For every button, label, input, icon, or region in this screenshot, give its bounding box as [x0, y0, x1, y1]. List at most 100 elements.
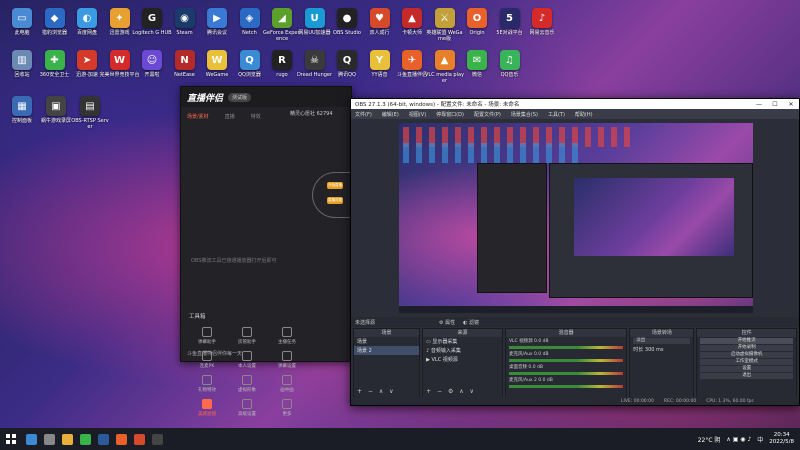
app-icon: ✈ [402, 50, 422, 70]
scenes-dock: 场景 场景 场景 2 + − ∧ ∨ [353, 328, 421, 398]
obs-menu-item[interactable]: 帮助(H) [575, 111, 593, 118]
live-tab[interactable]: 特效 [251, 113, 261, 120]
desktop-icon[interactable]: ♫ QQ音乐 [490, 50, 530, 78]
rec-time: REC: 00:00:00 [663, 398, 697, 404]
source-item[interactable]: ♪ 音频输入采集 [423, 346, 502, 355]
app-icon: ✦ [109, 8, 130, 28]
tool-item[interactable]: 弹幕设置 [267, 351, 307, 369]
control-button[interactable]: 设置 [700, 366, 793, 372]
volume-meter[interactable] [508, 385, 624, 388]
mixer-dock: 混音器 VLC 视频源 0.0 dB 麦克风/Aux 0.0 dB 桌面音频 0.0… [504, 328, 628, 398]
obs-menu-item[interactable]: 停靠窗口(D) [436, 111, 464, 118]
source-item[interactable]: ▭ 显示器采集 [423, 337, 502, 346]
live-logo: 直播伴侣 [187, 93, 224, 104]
tool-item[interactable]: 主播任务 [267, 327, 307, 345]
minimize-icon[interactable]: — [751, 101, 767, 108]
tool-icon [242, 399, 252, 409]
app-icon: ▣ [46, 96, 66, 116]
app-icon: ◢ [272, 8, 292, 28]
preview-icon-row [403, 143, 583, 163]
transitions-dock: 场景转场 淡出 时长 300 ms [629, 328, 695, 398]
start-live-button[interactable]: 开始直播 [327, 182, 343, 189]
tray-icons[interactable]: ∧ ▣ ◉ ♪ [726, 436, 751, 443]
taskbar-app-live[interactable] [130, 428, 148, 450]
app-icon: 5 [499, 8, 520, 28]
mixer-channel: 桌面音频 0.0 dB [508, 365, 543, 370]
source-controls[interactable]: + − ⚙ ∧ ∨ [426, 388, 476, 395]
transition-duration[interactable]: 时长 300 ms [630, 345, 693, 354]
obs-window[interactable]: OBS 27.1.3 (64-bit, windows) - 配置文件: 未命名… [350, 98, 800, 406]
app-icon: ☺ [142, 50, 162, 70]
scene-item[interactable]: 场景 [354, 337, 419, 346]
volume-meter[interactable] [508, 372, 624, 375]
filters-button[interactable]: ◐ 滤镜 [463, 319, 479, 326]
taskbar-app-douyu[interactable] [112, 428, 130, 450]
live-assistant-window[interactable]: 直播伴侣 测试版 场景/素材 直播 特效 OBS推流工具已接通播放器打开后即可 … [180, 86, 352, 417]
scene-item[interactable]: 场景 2 [354, 346, 420, 355]
tool-item[interactable]: 画中画 [267, 375, 307, 393]
maximize-icon[interactable]: ☐ [767, 101, 783, 108]
source-toolbar: 未选择源 ⚙ 属性 ◐ 滤镜 [351, 317, 799, 327]
clock[interactable]: 20:34 2022/5/8 [769, 432, 794, 446]
obs-menu-item[interactable]: 编辑(E) [382, 111, 399, 118]
app-icon: ▭ [12, 8, 32, 28]
volume-meter[interactable] [508, 359, 624, 362]
taskbar-app-steam[interactable] [94, 428, 112, 450]
live-time: LIVE: 00:00:00 [621, 398, 654, 404]
taskbar-app-explorer[interactable] [58, 428, 76, 450]
desktop-icon[interactable]: ♪ 网易云音乐 [522, 8, 562, 36]
obs-menu-item[interactable]: 场景集合(S) [511, 111, 538, 118]
close-icon[interactable]: ✕ [783, 101, 799, 108]
scene-controls[interactable]: + − ∧ ∨ [357, 388, 396, 395]
live-tab[interactable]: 场景/素材 [187, 113, 209, 120]
preview-taskbar [399, 306, 753, 313]
tool-item[interactable]: 弹幕助手 [187, 327, 227, 345]
tool-icon [282, 327, 292, 337]
live-header: 直播伴侣 测试版 [181, 87, 351, 107]
tool-item[interactable]: 更多 [267, 399, 307, 417]
weather[interactable]: 22°C 阴 [698, 435, 721, 444]
sources-dock: 来源 ▭ 显示器采集 ♪ 音频输入采集 ▶ VLC 视频源 + − ⚙ ∧ ∨ [422, 328, 503, 398]
tool-item[interactable]: 高级设置 [227, 399, 267, 417]
taskbar-app-task-view[interactable] [40, 428, 58, 450]
start-button[interactable] [0, 428, 22, 450]
tool-icon [242, 375, 252, 385]
controls-dock: 控件 开始推流 开始录制 启动虚拟摄像机 工作室模式 设置 退出 [696, 328, 797, 398]
tool-item[interactable]: 房管助手 [227, 327, 267, 345]
app-icon: ▤ [80, 96, 100, 116]
control-button[interactable]: 开始推流 [700, 338, 793, 344]
obs-menu-item[interactable]: 视图(V) [409, 111, 426, 118]
desktop-icon[interactable]: ▤ OBS-RTSP Server [70, 96, 110, 130]
tool-item[interactable]: 美颜滤镜 [187, 399, 227, 417]
control-button[interactable]: 退出 [700, 373, 793, 379]
obs-menu-item[interactable]: 工具(T) [548, 111, 565, 118]
source-item[interactable]: ▶ VLC 视频源 [423, 355, 502, 364]
control-button[interactable]: 开始录制 [700, 345, 793, 351]
tool-item[interactable]: 礼物特效 [187, 375, 227, 393]
obs-menu-item[interactable]: 文件(F) [355, 111, 372, 118]
input-language[interactable]: 中 [757, 435, 763, 444]
taskbar-app-search[interactable] [22, 428, 40, 450]
live-settings-button[interactable]: 直播设置 [327, 197, 343, 204]
properties-button[interactable]: ⚙ 属性 [439, 319, 455, 326]
live-tab[interactable]: 直播 [225, 113, 235, 120]
tool-label: 房管助手 [238, 340, 256, 345]
transition-select[interactable]: 淡出 [633, 338, 691, 344]
tool-label: 弹幕设置 [278, 364, 296, 369]
app-icon: ♪ [532, 8, 552, 28]
control-button[interactable]: 工作室模式 [700, 359, 793, 365]
volume-meter[interactable] [508, 346, 624, 349]
obs-preview[interactable] [399, 123, 753, 313]
taskbar-app-obs[interactable] [148, 428, 166, 450]
taskbar-app-wechat[interactable] [76, 428, 94, 450]
explorer-icon [61, 433, 73, 445]
tool-item[interactable]: 虚拟形象 [227, 375, 267, 393]
sources-title: 来源 [423, 329, 502, 337]
wechat-icon [79, 433, 91, 445]
mixer-channel: 麦克风/Aux 0.0 dB [508, 352, 549, 357]
control-button[interactable]: 启动虚拟摄像机 [700, 352, 793, 358]
obs-menu-item[interactable]: 配置文件(P) [474, 111, 501, 118]
app-icon: ◉ [174, 8, 195, 28]
tool-label: 弹幕助手 [198, 340, 216, 345]
mixer-channel: VLC 视频源 0.0 dB [508, 339, 549, 344]
